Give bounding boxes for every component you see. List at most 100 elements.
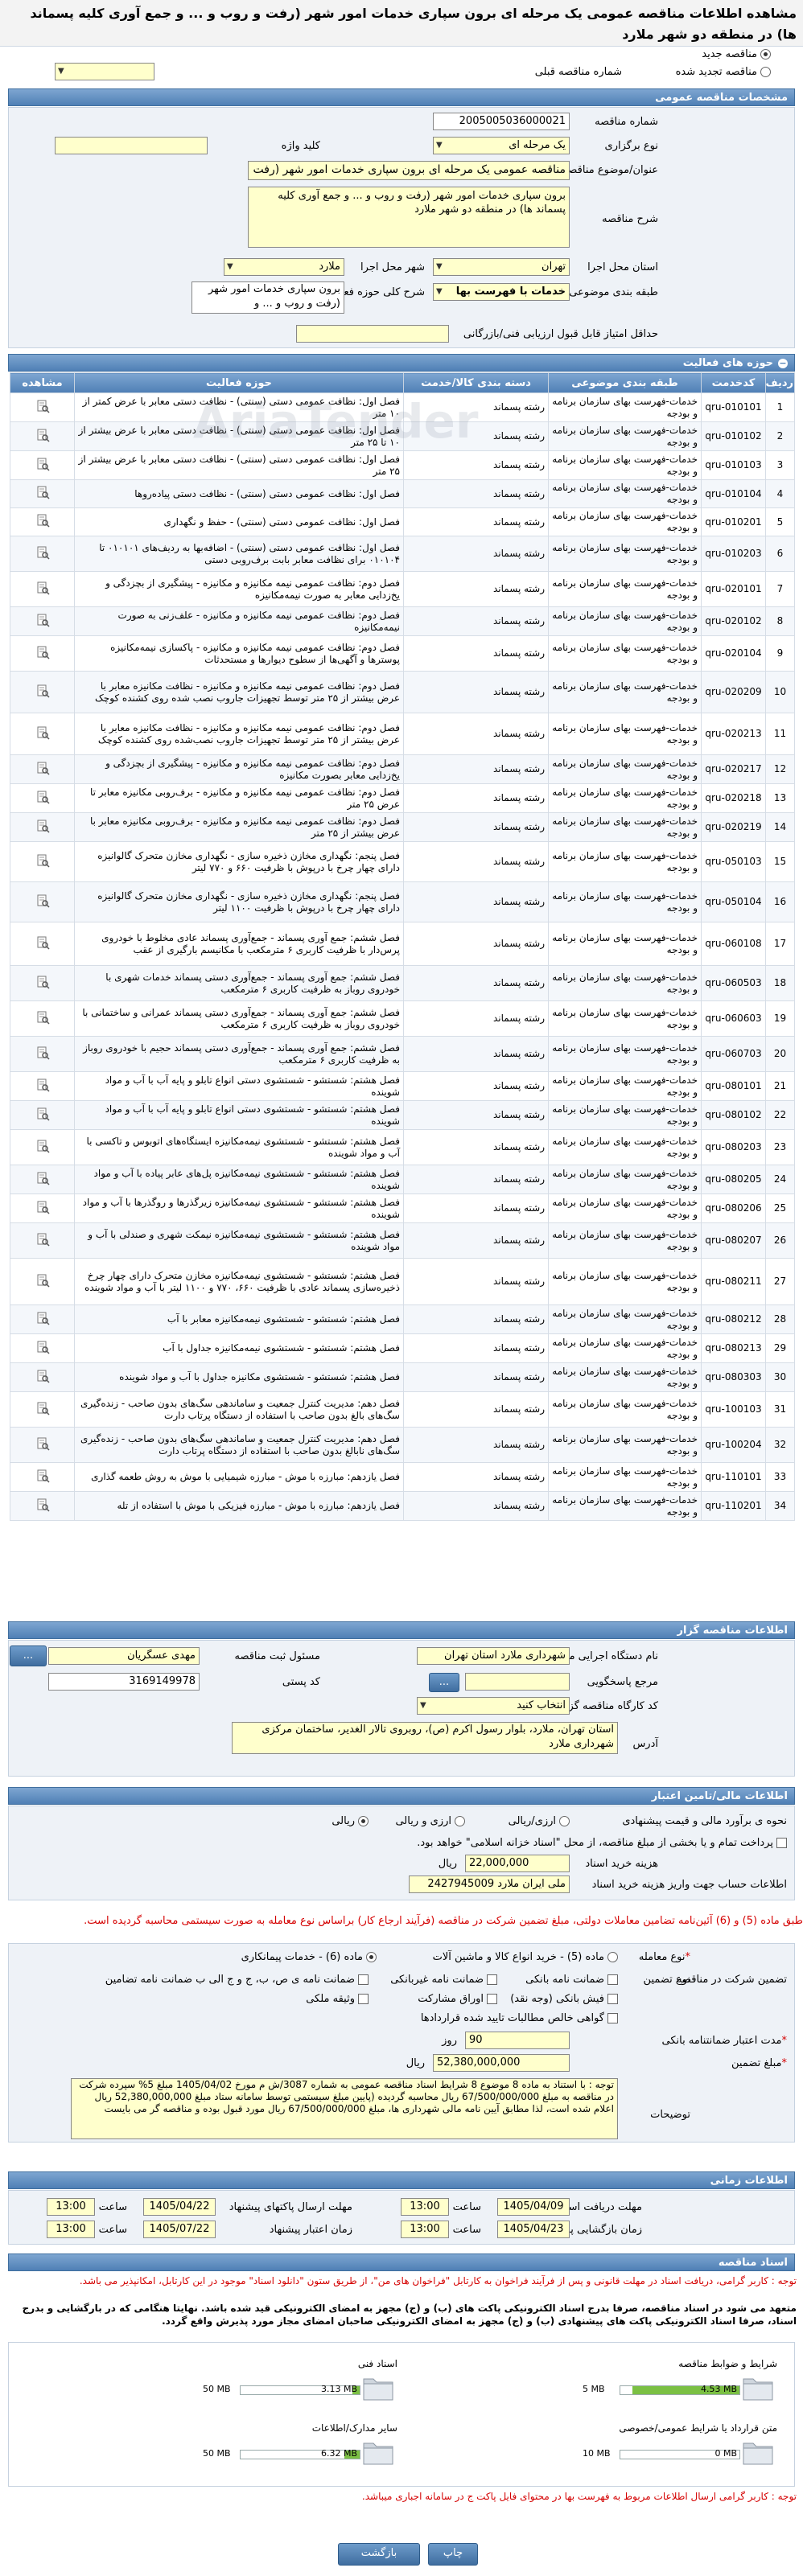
- view-document-icon[interactable]: [35, 457, 50, 471]
- view-document-icon[interactable]: [35, 399, 50, 413]
- document-tile[interactable]: متن قرارداد یا شرایط عمومی/خصوصی 0 MB 10 M…: [579, 2422, 777, 2472]
- view-document-icon[interactable]: [35, 790, 50, 804]
- prepay-checkbox: پرداخت تمام و یا بخشی از مبلغ مناقصه، از…: [417, 1837, 787, 1849]
- reference-search-button[interactable]: ...: [429, 1673, 459, 1692]
- trade-opt-goods[interactable]: ماده (5) - خرید انواع کالا و ماشین آلات: [433, 1951, 618, 1963]
- view-document-icon[interactable]: [35, 819, 50, 833]
- province-select[interactable]: تهران ▼: [433, 258, 570, 276]
- back-button[interactable]: بازگشت: [338, 2543, 420, 2566]
- view-document-icon[interactable]: [35, 1498, 50, 1512]
- view-document-icon[interactable]: [35, 684, 50, 698]
- collapse-icon[interactable]: −: [778, 359, 788, 368]
- view-document-icon[interactable]: [35, 975, 50, 989]
- view-document-icon[interactable]: [35, 1369, 50, 1383]
- reference-input[interactable]: [465, 1673, 570, 1691]
- renewed-tender-radio[interactable]: مناقصه تجدید شده: [676, 66, 771, 78]
- view-document-icon[interactable]: [35, 513, 50, 528]
- view-document-icon[interactable]: [35, 1436, 50, 1451]
- view-document-icon[interactable]: [35, 1078, 50, 1092]
- budget-opt-currency-rial[interactable]: ارزی/ریالی: [509, 1815, 570, 1827]
- prev-number-select[interactable]: ▼: [55, 63, 154, 80]
- guarantee-notice: طبق ماده (5) و (6) آئین‌نامه تضامین معام…: [84, 1915, 803, 1927]
- workshop-select[interactable]: انتخاب کنید ▼: [417, 1697, 570, 1715]
- view-document-icon[interactable]: [35, 545, 50, 560]
- org-name-field: شهرداری ملارد استان تهران: [417, 1647, 570, 1665]
- guarantee-desc-label: توضیحات: [650, 2109, 690, 2121]
- view-document-icon[interactable]: [35, 1139, 50, 1153]
- goods-category-cell: رشته پسماند: [403, 635, 549, 672]
- g-opt-other: ضمانت نامه ی ص، ب، ج و ج الی ب ضمانت نام…: [105, 1974, 369, 1986]
- view-document-icon[interactable]: [35, 894, 50, 908]
- view-document-icon[interactable]: [35, 853, 50, 868]
- document-tile[interactable]: سایر مدارک/اطلاعات 6.32 MB 50 MB: [200, 2422, 397, 2472]
- view-document-icon[interactable]: [35, 1273, 50, 1288]
- view-document-icon[interactable]: [35, 581, 50, 595]
- activity-cell: فصل دهم: مدیریت کنترل جمعیت و ساماندهی س…: [74, 1391, 404, 1428]
- row-number: 5: [765, 507, 795, 536]
- table-row: 21 qru-080101 خدمات-فهرست بهای سازمان برنا…: [10, 1071, 795, 1101]
- time-label: ساعت: [452, 2224, 481, 2236]
- goods-category-cell: رشته پسماند: [403, 479, 549, 508]
- view-document-icon[interactable]: [35, 613, 50, 627]
- activity-cell: فصل هشتم: شستشو - شستشوی نیمه‌مکانیزه مخ…: [74, 1258, 404, 1305]
- used-size: 0 MB: [714, 2448, 737, 2459]
- view-document-icon[interactable]: [35, 645, 50, 659]
- view-document-icon[interactable]: [35, 1340, 50, 1354]
- trade-opt-contract[interactable]: ماده (6) - خدمات پیمانکاری: [241, 1951, 377, 1963]
- view-document-icon[interactable]: [35, 761, 50, 775]
- table-row: 12 qru-020217 خدمات-فهرست بهای سازمان برنا…: [10, 754, 795, 784]
- responsible-label: مسئول ثبت مناقصه: [234, 1650, 320, 1662]
- goods-category-cell: رشته پسماند: [403, 536, 549, 572]
- view-document-icon[interactable]: [35, 935, 50, 950]
- view-document-icon[interactable]: [35, 1171, 50, 1185]
- table-row: 23 qru-080203 خدمات-فهرست بهای سازمان برنا…: [10, 1129, 795, 1165]
- document-tile[interactable]: اسناد فنی 3.13 MB 50 MB: [200, 2358, 397, 2408]
- watermark-logo: AriaTender: [193, 394, 479, 449]
- city-select[interactable]: ملارد ▼: [224, 258, 344, 276]
- validity-text: مدت اعتبار ضمانتنامه بانکی: [661, 2035, 782, 2047]
- service-code: qru-060503: [701, 965, 766, 1001]
- view-document-icon[interactable]: [35, 1232, 50, 1247]
- amount-field: 52,380,000,000: [433, 2054, 570, 2072]
- responsible-more-button[interactable]: ...: [10, 1645, 47, 1666]
- print-button[interactable]: چاپ: [428, 2543, 478, 2566]
- description-label: شرح مناقصه: [602, 213, 658, 225]
- budget-opt-rial[interactable]: ریالی: [331, 1815, 369, 1827]
- postal-field: 3169149978: [48, 1673, 200, 1691]
- keyword-input[interactable]: [55, 137, 208, 154]
- checkbox-icon: [358, 1974, 369, 1985]
- goods-category-cell: رشته پسماند: [403, 1036, 549, 1072]
- category-cell: خدمات-فهرست بهای سازمان برنامه و بودجه: [548, 1036, 702, 1072]
- view-document-icon[interactable]: [35, 1401, 50, 1415]
- row-number: 14: [765, 812, 795, 842]
- activity-cell: فصل اول: نظافت عمومی دستی (سنتی) - اضافه…: [74, 536, 404, 572]
- budget-opt-both[interactable]: ارزی و ریالی: [395, 1815, 465, 1827]
- checkbox-icon: [607, 1994, 618, 2004]
- activity-cell: فصل ششم: جمع آوری پسماند - جمع‌آوری دستی…: [74, 1036, 404, 1072]
- scope-listbox[interactable]: برون سپاری خدمات امور شهر (رفت و روب و .…: [191, 281, 344, 314]
- view-document-icon[interactable]: [35, 1046, 50, 1060]
- view-document-icon[interactable]: [35, 1107, 50, 1121]
- view-document-icon[interactable]: [35, 1200, 50, 1214]
- activity-cell: فصل پنجم: نگهداری مخازن ذخیره سازی - نگه…: [74, 841, 404, 882]
- holding-type-select[interactable]: یک مرحله ای ▼: [433, 137, 570, 154]
- g-opt-label: اوراق مشارکت: [418, 1993, 484, 2005]
- amount-label: *مبلغ تضمین: [731, 2057, 787, 2069]
- view-document-icon[interactable]: [35, 725, 50, 740]
- view-document-icon[interactable]: [35, 1010, 50, 1025]
- view-document-icon[interactable]: [35, 1311, 50, 1325]
- new-tender-radio[interactable]: مناقصه جدید: [702, 48, 771, 60]
- view-document-icon[interactable]: [35, 428, 50, 442]
- service-code: qru-050104: [701, 881, 766, 922]
- category-cell: خدمات-فهرست بهای سازمان برنامه و بودجه: [548, 841, 702, 882]
- category-select[interactable]: خدمات با فهرست بها ▼: [433, 283, 570, 301]
- goods-category-cell: رشته پسماند: [403, 1304, 549, 1334]
- document-tile[interactable]: شرایط و ضوابط مناقصه 4.53 MB 5 MB: [579, 2358, 777, 2408]
- goods-category-cell: رشته پسماند: [403, 1362, 549, 1392]
- view-document-icon[interactable]: [35, 485, 50, 499]
- goods-category-cell: رشته پسماند: [403, 783, 549, 813]
- category-cell: خدمات-فهرست بهای سازمان برنامه و بودجه: [548, 671, 702, 713]
- view-document-icon[interactable]: [35, 1469, 50, 1483]
- time-label: ساعت: [98, 2201, 127, 2213]
- send-time: 13:00: [47, 2198, 95, 2216]
